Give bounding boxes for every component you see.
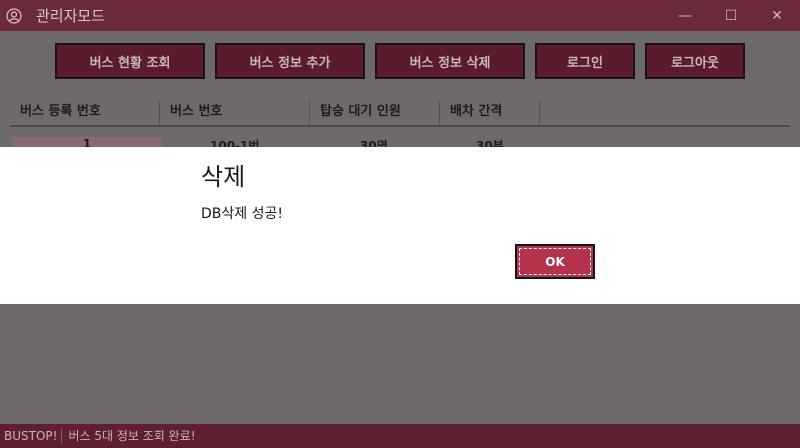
dialog-message: DB삭제 성공! xyxy=(201,206,283,222)
logout-button[interactable]: 로그아웃 xyxy=(645,43,745,79)
column-header-reg-no[interactable]: 버스 등록 번호 xyxy=(10,101,160,125)
bus-add-button[interactable]: 버스 정보 추가 xyxy=(215,43,365,79)
column-header-bus-no[interactable]: 버스 번호 xyxy=(160,101,310,125)
user-circle-icon xyxy=(6,7,22,24)
window-controls: — ☐ ✕ xyxy=(662,0,800,31)
window-title: 관리자모드 xyxy=(36,7,106,25)
status-app-name: BUSTOP! xyxy=(0,428,63,444)
grid-header: 버스 등록 번호 버스 번호 탑승 대기 인원 배차 간격 xyxy=(10,101,790,127)
status-bar: BUSTOP! 버스 5대 정보 조회 완료! xyxy=(0,424,800,448)
toolbar: 버스 현황 조회 버스 정보 추가 버스 정보 삭제 로그인 로그아웃 xyxy=(0,43,800,79)
close-button[interactable]: ✕ xyxy=(754,0,800,31)
bus-status-button[interactable]: 버스 현황 조회 xyxy=(55,43,205,79)
ok-button[interactable]: OK xyxy=(515,244,595,279)
column-header-waiting[interactable]: 탑승 대기 인원 xyxy=(310,101,440,125)
maximize-button[interactable]: ☐ xyxy=(708,0,754,31)
login-button[interactable]: 로그인 xyxy=(535,43,635,79)
column-header-interval[interactable]: 배차 간격 xyxy=(440,101,540,125)
status-message: 버스 5대 정보 조회 완료! xyxy=(68,429,196,443)
message-dialog: 삭제 DB삭제 성공! OK xyxy=(0,147,800,304)
bus-delete-button[interactable]: 버스 정보 삭제 xyxy=(375,43,525,79)
title-bar: 관리자모드 — ☐ ✕ xyxy=(0,0,800,31)
dialog-title: 삭제 xyxy=(201,163,246,191)
minimize-button[interactable]: — xyxy=(662,0,708,31)
